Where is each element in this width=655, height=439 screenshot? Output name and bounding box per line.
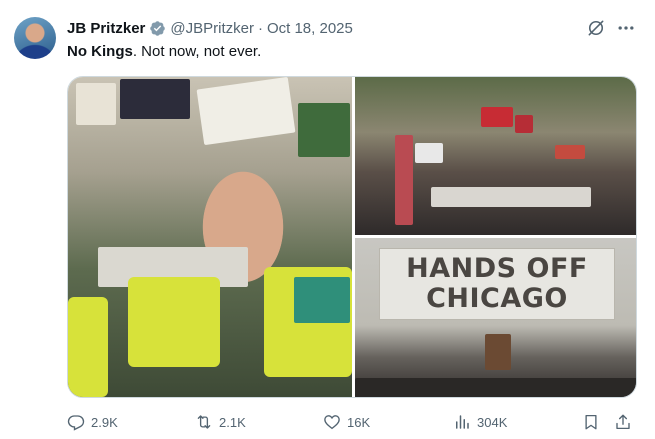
views-button[interactable]: 304K xyxy=(453,411,507,433)
bookmark-button[interactable] xyxy=(582,411,600,433)
grok-icon[interactable] xyxy=(586,18,606,38)
action-bar: 2.9K 2.1K 16K 304K xyxy=(67,411,637,433)
banner-line-1: HANDS OFF xyxy=(406,253,588,284)
photo-hands-off-chicago[interactable]: HANDS OFF CHICAGO xyxy=(355,238,636,397)
banner-line-2: CHICAGO xyxy=(426,283,568,314)
media-grid: HANDS OFF CHICAGO xyxy=(67,76,637,398)
author-display-name[interactable]: JB Pritzker xyxy=(67,20,145,37)
reply-icon xyxy=(67,415,85,431)
tweet-header: JB Pritzker @JBPritzker · Oct 18, 2025 xyxy=(67,18,353,38)
share-button[interactable] xyxy=(614,411,632,433)
photo-rally-march[interactable] xyxy=(68,77,352,397)
repost-button[interactable]: 2.1K xyxy=(195,411,246,433)
hands-off-chicago-banner: HANDS OFF CHICAGO xyxy=(379,248,615,320)
reply-button[interactable]: 2.9K xyxy=(67,411,118,433)
tweet-text: No Kings. Not now, not ever. xyxy=(67,42,261,62)
more-icon[interactable] xyxy=(614,18,638,38)
like-button[interactable]: 16K xyxy=(323,411,370,433)
views-count: 304K xyxy=(477,414,508,430)
reply-count: 2.9K xyxy=(91,414,118,430)
repost-count: 2.1K xyxy=(219,414,246,430)
like-count: 16K xyxy=(347,414,371,430)
share-icon xyxy=(616,414,630,430)
tweet-date[interactable]: Oct 18, 2025 xyxy=(267,20,353,37)
tweet-text-bold: No Kings xyxy=(67,43,133,60)
views-icon xyxy=(456,415,469,429)
repost-icon xyxy=(197,415,211,429)
like-icon xyxy=(324,415,340,430)
verified-badge-icon[interactable] xyxy=(149,20,166,37)
bookmark-icon xyxy=(585,414,597,430)
separator-dot: · xyxy=(257,19,263,37)
tweet-text-rest: . Not now, not ever. xyxy=(132,43,262,60)
photo-crowd-signs[interactable] xyxy=(355,77,636,235)
author-avatar[interactable] xyxy=(14,17,56,59)
author-handle[interactable]: @JBPritzker xyxy=(170,20,254,37)
